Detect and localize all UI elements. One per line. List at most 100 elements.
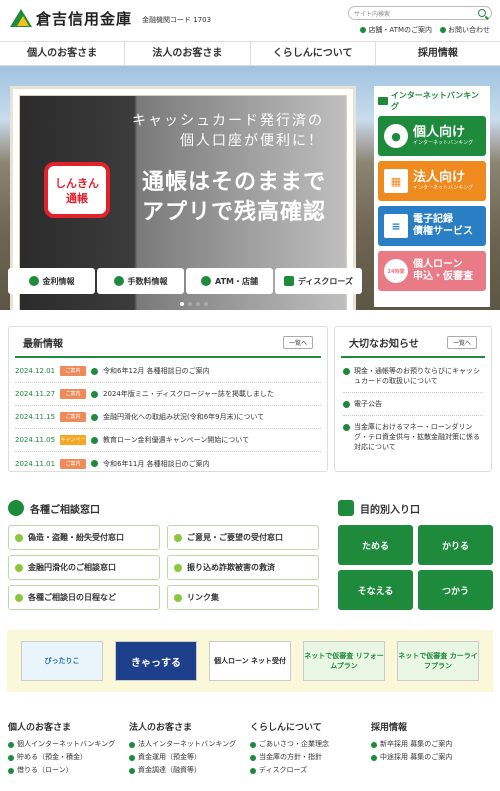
footer-link[interactable]: 法人インターネットバンキング (129, 738, 250, 751)
laptop-icon (378, 97, 388, 105)
carousel-dot[interactable] (204, 302, 208, 306)
ad-banner[interactable]: 個人ローン ネット受付 (209, 641, 291, 681)
arrow-icon (8, 754, 14, 761)
banner-text-1: キャッシュカード発行済の (132, 113, 324, 129)
internet-banking-panel: インターネットバンキング ● 個人向け インターネットバンキング ▦ 法人向け イン… (374, 86, 490, 307)
footer-link[interactable]: 借りる（ローン） (8, 764, 129, 777)
arrow-icon (371, 754, 377, 761)
carousel-dot[interactable] (188, 302, 192, 306)
purpose-insure-button[interactable]: そなえる (338, 570, 413, 610)
ad-banner[interactable]: ネットで仮審査 リフォームプラン (303, 641, 385, 681)
footer-link[interactable]: 個人インターネットバンキング (8, 738, 129, 751)
banner-text-2: 個人口座が便利に！ (180, 133, 324, 149)
arrow-icon (91, 460, 98, 467)
footer-link[interactable]: 新卒採用 募集のご案内 (371, 738, 492, 751)
purpose-section: 目的別入り口 ためる かりる そなえる つかう (338, 500, 494, 610)
news-item[interactable]: 2024.12.01 ご案内 令和6年12月 各種相談日のご案内 (15, 360, 321, 383)
ad-banner[interactable]: ぴったりこ (21, 641, 103, 681)
ad-banner[interactable]: ネットで仮審査 カーライフプラン (397, 641, 479, 681)
consult-button[interactable]: ご意見・ご要望の受付窓口 (167, 525, 319, 550)
bank-name: 倉吉信用金庫 (36, 9, 133, 28)
personal-ib-label: 個人向け (413, 124, 466, 140)
ad-banner[interactable]: きゃっする (115, 641, 197, 681)
arrow-icon (91, 367, 98, 375)
quick-link-rates[interactable]: 金利情報 (8, 268, 95, 294)
search-icon[interactable] (478, 9, 486, 17)
document-icon: ≡ (384, 214, 408, 238)
chevron-right-icon (174, 533, 182, 542)
consult-title: 各種ご相談窓口 (30, 504, 100, 516)
footer-heading: 個人のお客さま (8, 723, 72, 733)
chat-icon (8, 500, 24, 516)
footer-link[interactable]: 資金運用（預金等） (129, 751, 250, 764)
purpose-borrow-button[interactable]: かりる (418, 525, 493, 565)
arrow-icon (91, 390, 98, 398)
corporate-ib-button[interactable]: ▦ 法人向け インターネットバンキング (378, 161, 486, 201)
purpose-save-button[interactable]: ためる (338, 525, 413, 565)
contact-link[interactable]: お問い合わせ (440, 25, 490, 35)
search-input[interactable]: サイト内検索 (354, 9, 478, 18)
consult-button[interactable]: 偽造・盗難・紛失受付窓口 (8, 525, 160, 550)
arrow-icon (360, 27, 367, 33)
global-nav: 個人のお客さま 法人のお客さま くらしんについて 採用情報 (0, 42, 500, 66)
important-item[interactable]: 当金庫におけるマネー・ローンダリング・テロ資金供与・拡散金融対策に係る対応につい… (343, 416, 483, 458)
carousel-dot[interactable] (196, 302, 200, 306)
consult-section: 各種ご相談窓口 偽造・盗難・紛失受付窓口 ご意見・ご要望の受付窓口 金融円滑化の… (8, 500, 328, 610)
banner-headline-1: 通帳はそのままで (141, 170, 326, 195)
densai-button[interactable]: ≡ 電子記録 債権サービス (378, 206, 486, 246)
consult-button[interactable]: 金融円滑化のご相談窓口 (8, 555, 160, 580)
footer-link[interactable]: 貯める（預金・積金） (8, 751, 129, 764)
news-card: 最新情報 一覧へ 2024.12.01 ご案内 令和6年12月 各種相談日のご案内 2… (8, 326, 328, 472)
building-icon: ▦ (384, 169, 408, 193)
carousel-dot[interactable] (180, 302, 184, 306)
map-pin-icon (201, 276, 211, 286)
logo-mark-icon (10, 7, 32, 29)
important-more-button[interactable]: 一覧へ (446, 336, 477, 349)
nav-recruit[interactable]: 採用情報 (376, 42, 500, 65)
footer-link[interactable]: ディスクローズ (250, 764, 371, 777)
yen-icon (113, 276, 124, 286)
app-label-1: しんきん (55, 177, 99, 190)
quick-link-atm[interactable]: ATM・店舗 (186, 268, 273, 294)
chevron-right-icon (15, 593, 23, 602)
bank-code: 金融機関コード 1703 (142, 16, 212, 24)
atm-link[interactable]: 店舗・ATMのご案内 (360, 25, 432, 35)
news-item[interactable]: 2024.11.05 キャンペーン 教育ローン金利優遇キャンペーン開始について (15, 429, 321, 453)
consult-button[interactable]: 各種ご相談日の日程など (8, 585, 160, 610)
24h-badge-icon: 24時間 (384, 259, 408, 283)
nav-corporate[interactable]: 法人のお客さま (125, 42, 251, 65)
arrow-icon (440, 27, 446, 33)
quick-link-fees[interactable]: 手数料情報 (97, 268, 184, 294)
quick-link-disclosure[interactable]: ディスクローズ (275, 268, 362, 294)
arrow-icon (250, 741, 256, 748)
personal-ib-sub: インターネットバンキング (413, 139, 474, 146)
bank-logo[interactable]: 倉吉信用金庫 金融機関コード 1703 (10, 7, 211, 29)
person-icon: ● (384, 124, 408, 148)
loan-apply-button[interactable]: 24時間 個人ローン 申込・仮審査 (378, 251, 486, 291)
chevron-right-icon (174, 593, 182, 602)
search-box[interactable]: サイト内検索 (348, 6, 492, 20)
arrow-icon (8, 767, 14, 774)
news-more-button[interactable]: 一覧へ (282, 336, 313, 349)
chevron-right-icon (174, 563, 182, 572)
footer-link[interactable]: 当金庫の方針・指針 (250, 751, 371, 764)
footer-link[interactable]: 中途採用 募集のご案内 (371, 751, 492, 764)
news-item[interactable]: 2024.11.15 ご案内 金融円滑化への取組み状況(令和6年9月末)について (15, 406, 321, 429)
nav-personal[interactable]: 個人のお客さま (0, 42, 126, 65)
carousel-dots[interactable] (180, 302, 208, 306)
important-item[interactable]: 電子公告 (343, 393, 483, 416)
footer-link[interactable]: 資金調達（融資等） (129, 764, 250, 777)
news-item[interactable]: 2024.11.01 ご案内 令和6年11月 各種相談日のご案内 (15, 452, 321, 475)
footer-link[interactable]: ごあいさつ・企業理念 (250, 738, 371, 751)
consult-button[interactable]: 振り込め詐欺被害の救済 (167, 555, 319, 580)
important-item[interactable]: 現金・通帳等のお預りならびにキャッシュカードの取扱いについて (343, 360, 483, 393)
banner-headline-2: アプリで残高確認 (141, 200, 326, 225)
arrow-icon (343, 368, 350, 375)
purpose-title: 目的別入り口 (360, 504, 420, 516)
personal-ib-button[interactable]: ● 個人向け インターネットバンキング (378, 116, 486, 156)
consult-button[interactable]: リンク集 (167, 585, 319, 610)
news-item[interactable]: 2024.11.27 ご案内 2024年版ミニ・ディスクロージャー誌を掲載しました (15, 383, 321, 406)
purpose-use-button[interactable]: つかう (418, 570, 493, 610)
arrow-icon (343, 424, 350, 431)
nav-about[interactable]: くらしんについて (251, 42, 376, 65)
